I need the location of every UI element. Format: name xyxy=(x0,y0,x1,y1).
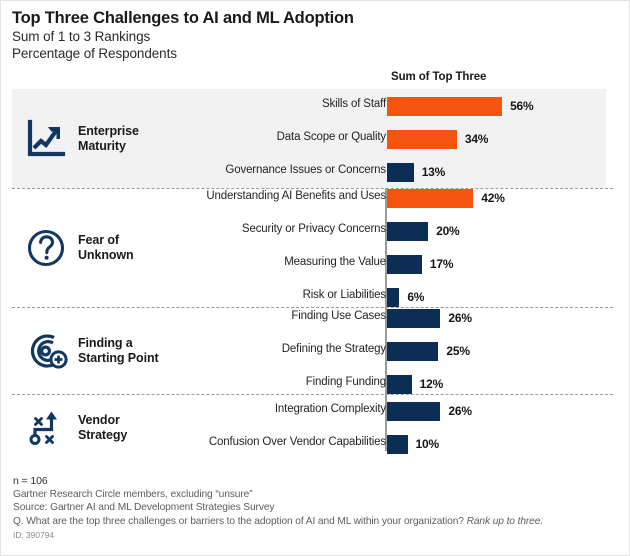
subtitle-rankings: Sum of 1 to 3 Rankings xyxy=(12,29,151,44)
bar xyxy=(387,162,414,182)
title-block: Top Three Challenges to AI and ML Adopti… xyxy=(12,8,612,62)
chart-page: Top Three Challenges to AI and ML Adopti… xyxy=(0,0,630,556)
bar xyxy=(387,255,422,274)
column-header-sum-of-top-three: Sum of Top Three xyxy=(391,71,487,83)
bar-value-label: 6% xyxy=(407,290,425,304)
bar-value-label: 17% xyxy=(429,257,454,271)
bar-value-label: 20% xyxy=(436,224,460,238)
bar-value-label: 26% xyxy=(448,404,472,418)
page-title: Top Three Challenges to AI and ML Adopti… xyxy=(12,9,354,27)
plot-area: Enterprise Maturity Skills of Staff 56% Dat… xyxy=(12,89,613,461)
footnote-n: n = 106 xyxy=(13,475,48,487)
bar-row: Governance Issues or Concerns 13% xyxy=(12,162,606,182)
bar xyxy=(387,189,474,208)
bar xyxy=(387,341,439,361)
bar-row-label: Defining the Strategy xyxy=(281,342,386,355)
bar-row: Data Scope or Quality 34% xyxy=(12,129,606,149)
bar-row: Defining the Strategy 25% xyxy=(12,341,606,361)
bar-row: Measuring the Value 17% xyxy=(12,254,606,274)
bar-row-label: Risk or Liabilities xyxy=(302,289,387,301)
bar-row: Integration Complexity 26% xyxy=(12,401,606,421)
bar-row-label: Finding Use Cases xyxy=(291,309,386,322)
bar-row-label: Data Scope or Quality xyxy=(276,130,387,143)
bar-row-label: Skills of Staff xyxy=(321,97,386,110)
bar-row-label: Integration Complexity xyxy=(274,403,386,415)
bar-row: Understanding AI Benefits and Uses 42% xyxy=(12,188,606,208)
bar xyxy=(387,96,503,116)
bar-value-label: 56% xyxy=(510,98,534,113)
bar-row: Security or Privacy Concerns 20% xyxy=(12,221,606,241)
bar xyxy=(387,374,412,394)
bar xyxy=(387,435,408,454)
bar-value-label: 26% xyxy=(448,310,472,325)
footnotes: n = 106 Gartner Research Circle members,… xyxy=(13,475,613,541)
bar-row: Skills of Staff 56% xyxy=(12,96,606,116)
bar-value-label: 25% xyxy=(446,343,470,358)
bar-row-label: Finding Funding xyxy=(305,375,386,388)
bar xyxy=(387,308,441,328)
bar xyxy=(387,222,429,241)
bar xyxy=(387,288,400,307)
bar-value-label: 13% xyxy=(421,164,446,179)
footnote-id: ID: 390794 xyxy=(13,529,54,540)
bar-row-label: Security or Privacy Concerns xyxy=(241,223,386,235)
bar xyxy=(387,129,457,149)
footnote-source: Source: Gartner AI and ML Development St… xyxy=(13,502,275,514)
bar-row: Finding Funding 12% xyxy=(12,374,606,394)
bar-value-label: 12% xyxy=(419,376,444,391)
footnote-members: Gartner Research Circle members, excludi… xyxy=(13,489,253,501)
bar-value-label: 42% xyxy=(481,191,505,205)
subtitle-percentage: Percentage of Respondents xyxy=(12,46,177,61)
bar-row-label: Understanding AI Benefits and Uses xyxy=(206,190,386,202)
bar-row: Risk or Liabilities 6% xyxy=(12,287,606,307)
bar-row-label: Measuring the Value xyxy=(284,256,386,268)
bar-value-label: 10% xyxy=(415,437,440,451)
bar-value-label: 34% xyxy=(464,131,489,146)
bar-row: Confusion Over Vendor Capabilities 10% xyxy=(12,434,606,454)
bar xyxy=(387,402,441,421)
footnote-question-emphasis: Rank up to three. xyxy=(466,515,544,527)
bar-row-label: Governance Issues or Concerns xyxy=(225,163,386,176)
bar-row-label: Confusion Over Vendor Capabilities xyxy=(208,436,386,448)
footnote-question: Q. What are the top three challenges or … xyxy=(13,515,613,528)
footnote-question-text: Q. What are the top three challenges or … xyxy=(13,515,467,527)
bar-row: Finding Use Cases 26% xyxy=(12,308,606,328)
